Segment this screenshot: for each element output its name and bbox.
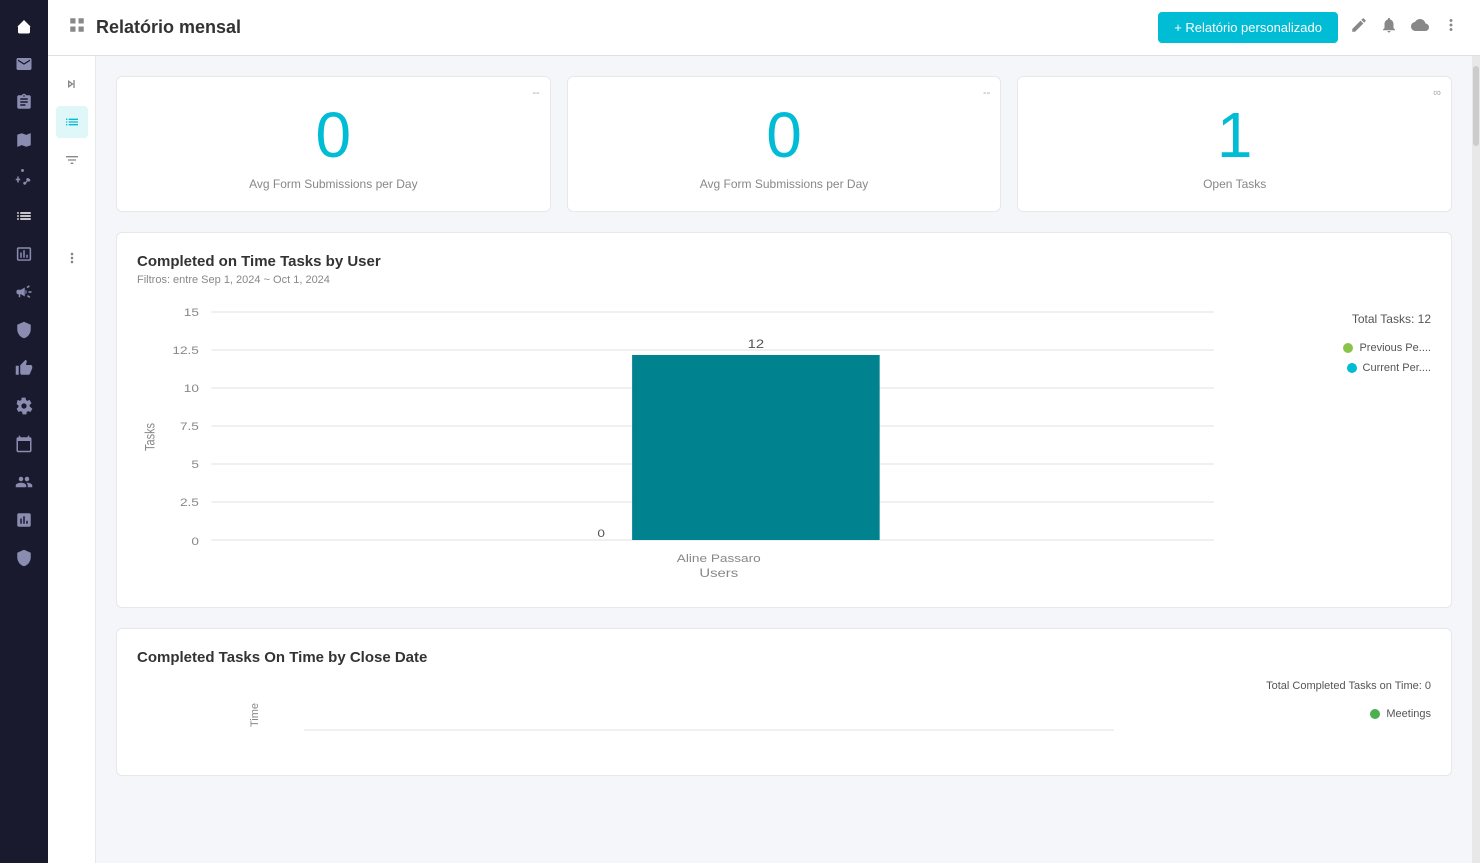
chart1-svg: 0 2.5 5 7.5 10 12.5 15 Tasks 0 (137, 302, 1251, 582)
chart1-title: Completed on Time Tasks by User (137, 253, 1431, 270)
kpi-value-2: 0 (584, 93, 985, 177)
sidebar-megaphone-icon[interactable] (6, 274, 42, 310)
filter-panel-icon[interactable] (56, 144, 88, 176)
legend-dot-current (1347, 363, 1357, 373)
svg-text:Time: Time (249, 703, 261, 727)
chart2-section: Completed Tasks On Time by Close Date Ti… (116, 628, 1452, 776)
custom-report-button[interactable]: + Relatório personalizado (1158, 12, 1338, 43)
svg-text:12.5: 12.5 (172, 344, 199, 356)
chart1-total: Total Tasks: 12 (1352, 312, 1431, 326)
sidebar-people-icon[interactable] (6, 464, 42, 500)
chart1-section: Completed on Time Tasks by User Filtros:… (116, 232, 1452, 608)
chart2-area: Time (137, 670, 1251, 755)
main-sidebar (0, 0, 48, 863)
kpi-value-1: 0 (133, 93, 534, 177)
chart2-total: Total Completed Tasks on Time: 0 (1266, 680, 1431, 692)
legend-dot-meetings (1370, 709, 1380, 719)
sidebar-clipboard-icon[interactable] (6, 84, 42, 120)
kpi-card-2-menu[interactable]: -- (983, 87, 990, 99)
kpi-label-1: Avg Form Submissions per Day (133, 177, 534, 191)
kpi-card-1-menu[interactable]: -- (532, 87, 539, 99)
chart1-legend: Total Tasks: 12 Previous Pe.... Current … (1271, 302, 1431, 587)
chart2-container: Time Total Completed Tasks on Time: 0 Me… (137, 670, 1431, 755)
chart2-legend-meetings: Meetings (1370, 708, 1431, 720)
svg-text:0: 0 (597, 527, 605, 539)
grid-icon (68, 16, 86, 39)
chart1-container: 0 2.5 5 7.5 10 12.5 15 Tasks 0 (137, 302, 1431, 587)
kpi-label-3: Open Tasks (1034, 177, 1435, 191)
content-area: -- 0 Avg Form Submissions per Day -- 0 A… (48, 56, 1480, 863)
chart2-legend: Total Completed Tasks on Time: 0 Meeting… (1271, 670, 1431, 755)
svg-text:15: 15 (184, 306, 199, 318)
kpi-card-1: -- 0 Avg Form Submissions per Day (116, 76, 551, 212)
chart2-title: Completed Tasks On Time by Close Date (137, 649, 1431, 666)
topbar-right: + Relatório personalizado (1158, 12, 1460, 43)
sidebar-map-icon[interactable] (6, 122, 42, 158)
kpi-row: -- 0 Avg Form Submissions per Day -- 0 A… (116, 76, 1452, 212)
chart1-legend-previous: Previous Pe.... (1343, 342, 1431, 354)
legend-label-meetings: Meetings (1386, 708, 1431, 720)
svg-text:Users: Users (699, 566, 738, 579)
svg-text:5: 5 (191, 458, 199, 470)
topbar-left: Relatório mensal (68, 16, 241, 39)
sidebar-email-icon[interactable] (6, 46, 42, 82)
sidebar-list-icon[interactable] (6, 198, 42, 234)
kpi-card-3-menu[interactable]: ∞ (1433, 87, 1441, 99)
chart1-subtitle: Filtros: entre Sep 1, 2024 ~ Oct 1, 2024 (137, 274, 1431, 286)
chart1-legend-current: Current Per.... (1347, 362, 1431, 374)
kpi-card-2: -- 0 Avg Form Submissions per Day (567, 76, 1002, 212)
svg-text:Aline Passaro: Aline Passaro (677, 552, 761, 564)
sidebar-home-icon[interactable] (6, 8, 42, 44)
kpi-card-3: ∞ 1 Open Tasks (1017, 76, 1452, 212)
sidebar-report-icon[interactable] (6, 236, 42, 272)
page-title: Relatório mensal (96, 17, 241, 38)
left-panel (48, 56, 96, 863)
more-options-panel-icon[interactable] (56, 242, 88, 274)
cloud-icon[interactable] (1410, 16, 1430, 39)
chart2-svg: Time (137, 670, 1251, 750)
kpi-value-3: 1 (1034, 93, 1435, 177)
sidebar-gear-icon[interactable] (6, 388, 42, 424)
sidebar-thumb-icon[interactable] (6, 350, 42, 386)
scrollbar-track (1472, 56, 1480, 863)
more-vert-icon[interactable] (1442, 16, 1460, 39)
svg-text:10: 10 (184, 382, 199, 394)
dashboard: -- 0 Avg Form Submissions per Day -- 0 A… (96, 56, 1472, 863)
kpi-label-2: Avg Form Submissions per Day (584, 177, 985, 191)
svg-text:12: 12 (748, 337, 765, 350)
sidebar-analytics-icon[interactable] (6, 502, 42, 538)
svg-text:Tasks: Tasks (142, 423, 157, 451)
main-wrapper: Relatório mensal + Relatório personaliza… (48, 0, 1480, 863)
bell-icon[interactable] (1380, 16, 1398, 39)
sidebar-calendar-icon[interactable] (6, 426, 42, 462)
legend-dot-previous (1343, 343, 1353, 353)
list-view-panel-icon[interactable] (56, 106, 88, 138)
topbar: Relatório mensal + Relatório personaliza… (48, 0, 1480, 56)
legend-label-current: Current Per.... (1363, 362, 1431, 374)
svg-text:7.5: 7.5 (180, 420, 199, 432)
legend-label-previous: Previous Pe.... (1359, 342, 1431, 354)
scrollbar-thumb[interactable] (1473, 66, 1479, 146)
sidebar-shield-icon[interactable] (6, 540, 42, 576)
svg-text:2.5: 2.5 (180, 496, 199, 508)
collapse-panel-icon[interactable] (56, 68, 88, 100)
sidebar-git-icon[interactable] (6, 160, 42, 196)
svg-text:0: 0 (191, 535, 199, 547)
sidebar-badge-icon[interactable] (6, 312, 42, 348)
edit-icon[interactable] (1350, 16, 1368, 39)
chart1-bar-current (632, 355, 880, 540)
chart1-area: 0 2.5 5 7.5 10 12.5 15 Tasks 0 (137, 302, 1251, 587)
